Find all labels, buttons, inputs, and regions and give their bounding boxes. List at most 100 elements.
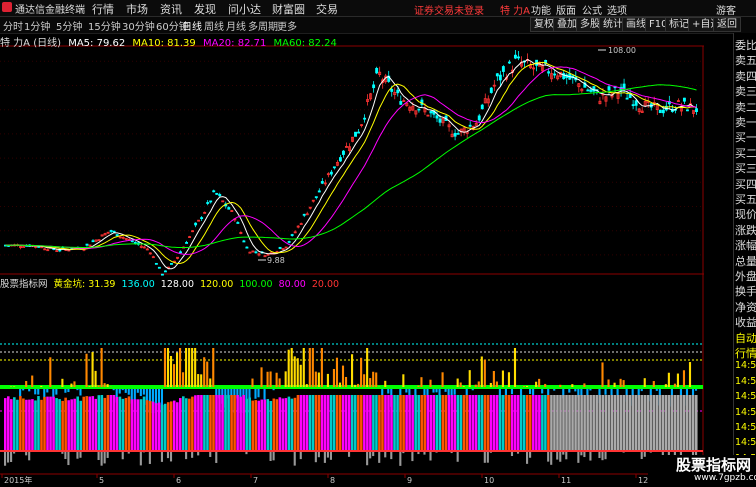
indicator-fill-bar xyxy=(541,395,544,450)
candle-body xyxy=(287,241,291,243)
indicator-volume-bar xyxy=(402,452,405,454)
period-15min[interactable]: 15分钟 xyxy=(88,18,121,33)
indicator-fill-bar xyxy=(354,395,357,450)
indicator-fill-bar xyxy=(179,398,182,450)
indicator-up-bar xyxy=(643,378,646,387)
indicator-up-bar xyxy=(326,373,329,387)
indicator-volume-bar xyxy=(28,452,31,461)
menu-trade[interactable]: 交易 xyxy=(316,1,338,17)
menu-discover[interactable]: 发现 xyxy=(194,1,216,17)
indicator-fill-bar xyxy=(103,397,107,450)
indicator-fill-bar xyxy=(329,395,333,450)
indicator-fill-bar xyxy=(384,395,387,450)
indicator-fill-bar xyxy=(565,395,568,450)
indicator-fill-bar xyxy=(556,395,559,450)
indicator-fill-bar xyxy=(616,395,620,450)
menu-function[interactable]: 功能 xyxy=(531,2,551,17)
menu-layout[interactable]: 版面 xyxy=(556,2,576,17)
period-toolbar: 分时 1分钟 5分钟 15分钟 30分钟 60分钟 日线 周线 月线 多周期 更… xyxy=(0,17,756,34)
menu-wenxiaoda[interactable]: 问小达 xyxy=(228,1,261,17)
login-status[interactable]: 证券交易未登录 xyxy=(414,2,484,17)
indicator-volume-bar xyxy=(329,452,332,460)
indicator-up-bar xyxy=(206,361,209,387)
candle-body xyxy=(317,190,321,193)
period-more[interactable]: 更多 xyxy=(277,18,297,33)
menu-formula[interactable]: 公式 xyxy=(582,2,602,17)
candle-body xyxy=(215,192,219,195)
menu-wealth-circle[interactable]: 财富圈 xyxy=(272,1,305,17)
period-5min[interactable]: 5分钟 xyxy=(56,18,82,33)
back-button[interactable]: 返回 xyxy=(713,17,741,32)
user-label[interactable]: 游客 xyxy=(716,2,736,17)
indicator-up-bar xyxy=(70,383,73,387)
quote-side-panel[interactable]: 委比 卖五 卖四 卖三 卖二 卖一 买一 买二 买三 买四 买五 现价 涨跌 涨幅 总量 外盘 换手 净资 收益 自动… xyxy=(733,33,756,487)
indicator-up-bar xyxy=(571,384,574,387)
indicator-volume-bar xyxy=(556,452,559,460)
period-monthly[interactable]: 月线 xyxy=(226,18,246,33)
period-multi[interactable]: 多周期 xyxy=(248,18,278,33)
indicator-up-bar xyxy=(31,375,34,387)
indicator-up-bar xyxy=(317,372,320,387)
indicator-fill-bar xyxy=(631,395,635,450)
indicator-volume-bar xyxy=(366,452,369,466)
indicator-up-bar xyxy=(522,386,526,387)
menu-options[interactable]: 选项 xyxy=(607,2,627,17)
candle-body xyxy=(112,230,116,233)
menu-market-list[interactable]: 市场 xyxy=(126,1,148,17)
indicator-fill-bar xyxy=(58,399,61,450)
indicator-up-bar xyxy=(275,372,278,387)
indicator-fill-bar xyxy=(577,395,580,450)
period-1min[interactable]: 1分钟 xyxy=(24,18,50,33)
indicator-fill-bar xyxy=(257,400,261,450)
candle-body xyxy=(85,243,89,246)
indicator-up-bar xyxy=(175,352,179,387)
period-30min[interactable]: 30分钟 xyxy=(122,18,155,33)
indicator-down-bar xyxy=(272,389,275,391)
indicator-volume-bar xyxy=(293,452,296,466)
candle-body xyxy=(227,207,231,210)
period-daily[interactable]: 日线 xyxy=(182,18,202,33)
indicator-down-bar xyxy=(568,389,571,393)
indicator-volume-bar xyxy=(10,452,13,462)
ma10-label: MA10: 81.39 xyxy=(132,38,196,49)
indicator-volume-bar xyxy=(547,452,550,462)
menu-news[interactable]: 资讯 xyxy=(160,1,182,17)
candle-body xyxy=(290,234,294,236)
side-panel-item: 14:56 xyxy=(735,422,756,433)
indicator-volume-bar xyxy=(429,452,432,461)
side-panel-item: 14:56 xyxy=(735,391,756,403)
indicator-fill-bar xyxy=(526,395,529,450)
indicator-up-bar xyxy=(293,356,296,387)
indicator-fill-bar xyxy=(290,398,294,450)
indicator-fill-bar xyxy=(308,395,312,450)
indicator-fill-bar xyxy=(43,396,46,450)
indicator-volume-bar xyxy=(435,452,438,453)
indicator-fill-bar xyxy=(363,395,366,450)
indicator-up-bar xyxy=(495,381,498,387)
indicator-up-bar xyxy=(468,370,471,387)
month-label: 10 xyxy=(484,476,494,485)
indicator-up-bar xyxy=(477,381,480,387)
indicator-fill-bar xyxy=(281,398,285,450)
indicator-up-bar xyxy=(501,370,504,387)
candle-body xyxy=(154,262,158,265)
indicator-volume-bar xyxy=(489,452,492,453)
indicator-fill-bar xyxy=(685,395,689,450)
period-weekly[interactable]: 周线 xyxy=(204,18,224,33)
menu-market[interactable]: 行情 xyxy=(92,1,114,17)
indicator-volume-bar xyxy=(61,452,64,454)
indicator-fill-bar xyxy=(67,400,70,450)
period-timeshare[interactable]: 分时 xyxy=(3,18,23,33)
indicator-volume-bar xyxy=(417,452,420,455)
candle-body xyxy=(332,166,336,169)
indicator-volume-bar xyxy=(483,452,486,463)
indicator-fill-bar xyxy=(583,395,586,450)
kline-chart[interactable]: 100.090.080.070.060.050.040.030.020.0108… xyxy=(0,33,704,487)
indicator-up-bar xyxy=(676,373,679,387)
indicator-up-bar xyxy=(185,348,188,387)
indicator-up-bar xyxy=(88,386,91,387)
indicator-fill-bar xyxy=(480,395,484,450)
side-panel-item: 收益 xyxy=(735,316,756,330)
indicator-fill-bar xyxy=(91,396,95,450)
indicator-down-bar xyxy=(34,389,37,395)
